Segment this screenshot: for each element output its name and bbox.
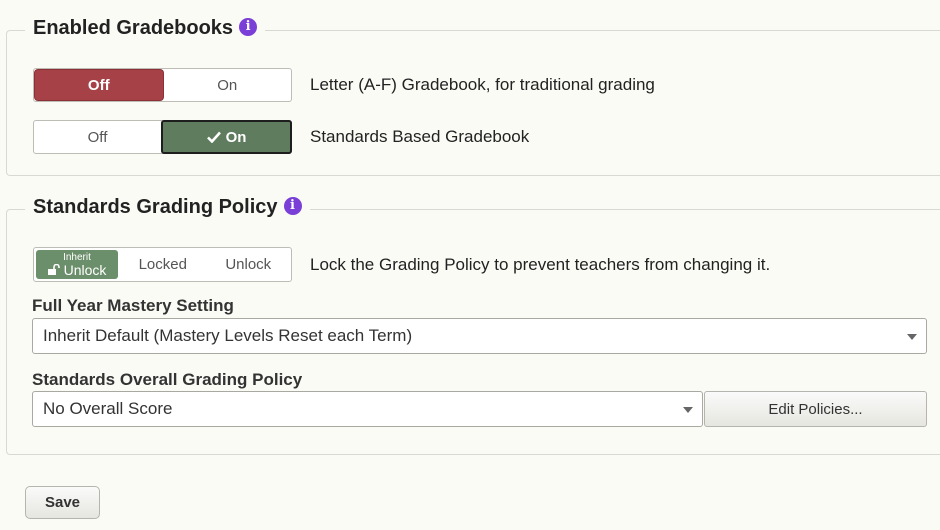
unlock-option[interactable]: Unlock [206,248,292,281]
caret-down-icon [907,334,917,340]
standards-on-label: On [225,128,247,146]
inherit-small-label: Inherit [63,251,91,263]
full-year-mastery-value: Inherit Default (Mastery Levels Reset ea… [43,326,413,345]
letter-off-option[interactable]: Off [35,70,163,100]
policy-lock-description: Lock the Grading Policy to prevent teach… [310,255,771,274]
full-year-mastery-label: Full Year Mastery Setting [32,296,234,315]
standards-off-label: Off [87,128,108,146]
standards-gradebook-toggle: Off On [33,120,292,154]
letter-gradebook-description: Letter (A-F) Gradebook, for traditional … [310,75,655,94]
edit-policies-label: Edit Policies... [768,400,863,418]
save-label: Save [44,494,81,511]
inherit-unlock-label: Unlock [63,261,107,278]
unlock-icon [47,264,60,275]
policy-lock-toggle: Inherit Unlock Locked Unlock [33,247,292,282]
letter-on-label: On [217,76,238,94]
full-year-mastery-select[interactable]: Inherit Default (Mastery Levels Reset ea… [32,318,927,354]
inherit-unlock-option[interactable]: Inherit Unlock [36,250,118,279]
letter-off-label: Off [87,76,110,94]
edit-policies-button[interactable]: Edit Policies... [704,391,927,427]
info-icon[interactable]: i [239,17,258,36]
letter-gradebook-toggle: Off On [33,68,292,102]
locked-option[interactable]: Locked [120,248,206,281]
standards-off-option[interactable]: Off [34,121,161,153]
info-icon[interactable]: i [283,196,302,215]
caret-down-icon [683,407,693,413]
enabled-gradebooks-heading: Enabled Gradebooks i [25,17,266,40]
check-icon [206,131,221,143]
save-button[interactable]: Save [25,486,100,519]
letter-on-option[interactable]: On [164,69,292,101]
overall-policy-label: Standards Overall Grading Policy [32,370,303,389]
standards-gradebook-description: Standards Based Gradebook [310,127,530,146]
locked-label: Locked [138,256,187,273]
overall-policy-value: No Overall Score [43,399,173,418]
standards-policy-heading: Standards Grading Policy i [25,196,310,219]
unlock-label: Unlock [225,256,272,273]
enabled-gradebooks-section: Enabled Gradebooks i Off On Letter (A-F)… [6,17,940,176]
enabled-gradebooks-title: Enabled Gradebooks [33,17,234,39]
overall-policy-select[interactable]: No Overall Score [32,391,703,427]
standards-policy-title: Standards Grading Policy [33,196,278,218]
standards-on-option[interactable]: On [161,120,292,154]
